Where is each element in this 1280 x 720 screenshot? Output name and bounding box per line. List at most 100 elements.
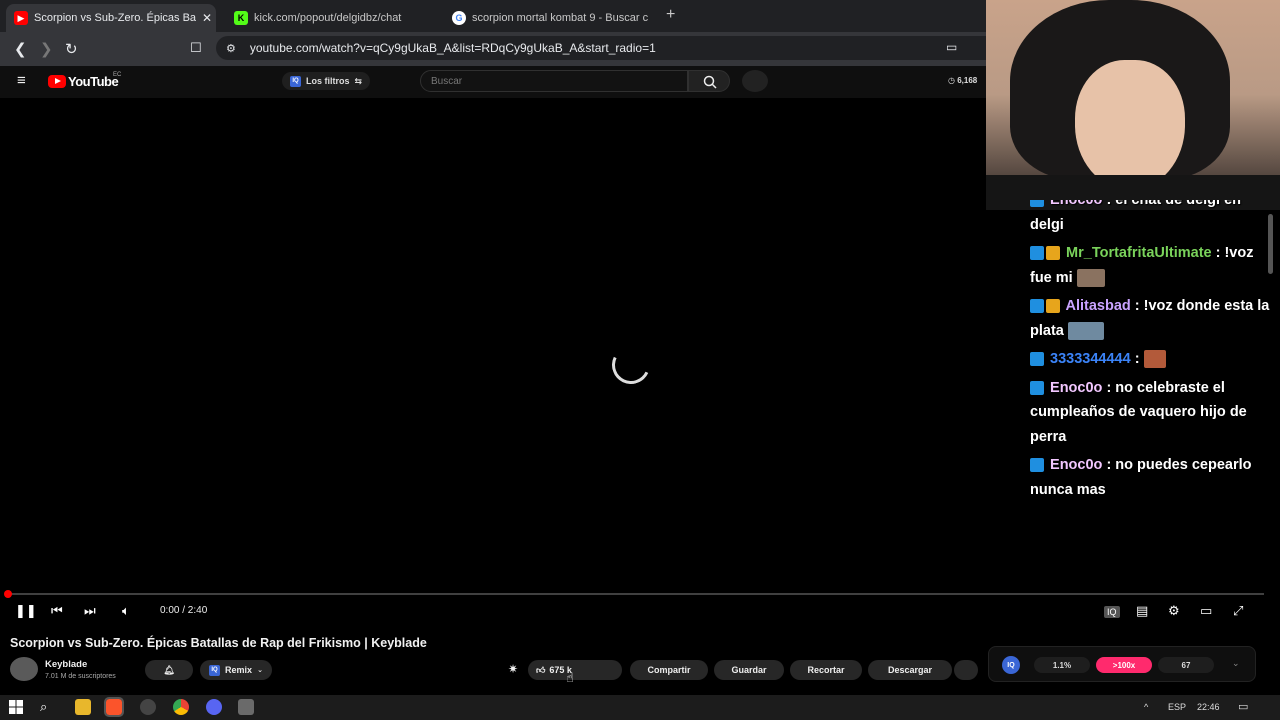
chat-username: Enoc0o — [1050, 200, 1103, 208]
extension-stat-left: 1.1% — [1034, 657, 1090, 673]
chat-message: Enoc0o : no puedes cepearlo nunca mas — [1030, 453, 1276, 502]
new-tab-button[interactable]: + — [666, 6, 675, 24]
back-icon[interactable]: ❮ — [14, 40, 27, 58]
cast-icon[interactable]: ▭ — [946, 40, 957, 54]
more-actions-button[interactable] — [954, 660, 978, 680]
tab-title: scorpion mortal kombat 9 - Buscar c — [472, 12, 649, 24]
subtitles-icon[interactable]: ▤ — [1136, 603, 1148, 619]
crown-badge-icon — [1046, 246, 1060, 261]
tab-kick-chat[interactable]: K kick.com/popout/delgidbz/chat — [226, 4, 436, 32]
mouse-cursor: ☝︎ — [566, 670, 574, 685]
subscriber-badge-icon — [1030, 380, 1044, 395]
views-count: 6,168 — [957, 76, 978, 85]
like-button[interactable]: 👍︎ 675 k — [528, 660, 622, 680]
forward-icon[interactable]: ❯ — [40, 40, 53, 58]
subscriber-badge-icon — [1030, 352, 1044, 367]
pause-icon[interactable]: ❚❚ — [15, 603, 37, 619]
tab-title: Scorpion vs Sub-Zero. Épicas Ba — [34, 12, 197, 24]
webcam-person-face — [1075, 60, 1185, 190]
progress-scrubber[interactable] — [4, 590, 12, 598]
tab-google-search[interactable]: G scorpion mortal kombat 9 - Buscar c — [444, 4, 654, 32]
extension-icon: IQ — [209, 664, 221, 676]
video-player[interactable] — [0, 98, 986, 595]
windows-taskbar — [0, 695, 1280, 720]
search-icon[interactable]: ⌕ — [40, 699, 56, 715]
app-icon[interactable] — [140, 699, 156, 715]
channel-name[interactable]: Keyblade — [45, 659, 87, 670]
search-input[interactable] — [420, 70, 688, 92]
language-indicator[interactable]: ESP — [1168, 702, 1186, 712]
subscriber-badge-icon — [1030, 200, 1044, 208]
chat-overlay: Enoc0o : el chat de delgi en delgi Mr_To… — [1030, 200, 1276, 510]
fullscreen-icon[interactable]: ⤢ — [1233, 603, 1243, 619]
subscriber-badge-icon — [1030, 299, 1044, 314]
extension-player-icon[interactable]: IQ — [1104, 606, 1120, 618]
chat-username: Enoc0o — [1050, 457, 1103, 473]
reload-icon[interactable]: ↻ — [65, 40, 78, 58]
remix-button[interactable]: IQ Remix ⌄ — [200, 660, 272, 680]
chat-text: : — [1134, 351, 1140, 367]
extension-stat-middle: >100x — [1096, 657, 1152, 673]
chat-message: Mr_TortafritaUltimate : !voz fue mi — [1030, 241, 1276, 290]
share-button[interactable]: Compartir — [630, 660, 708, 680]
clip-button[interactable]: Recortar — [790, 660, 862, 680]
chat-username: Alitasbad — [1065, 298, 1131, 314]
chat-message: 3333344444 : — [1030, 347, 1276, 372]
windows-start-icon[interactable] — [8, 699, 24, 715]
youtube-logo-text[interactable]: YouTube — [68, 74, 119, 89]
brave-browser-icon[interactable] — [104, 697, 124, 717]
avatar[interactable] — [10, 657, 38, 681]
chat-username: 3333344444 — [1050, 351, 1131, 367]
chat-message: Enoc0o : el chat de delgi en delgi — [1030, 200, 1276, 237]
bookmark-icon[interactable]: ☐ — [190, 40, 202, 56]
progress-bar[interactable] — [6, 593, 1264, 595]
site-info-icon[interactable]: ⚙ — [226, 42, 236, 55]
tab-title: kick.com/popout/delgidbz/chat — [254, 12, 402, 24]
discord-icon[interactable] — [206, 699, 222, 715]
subscriber-badge-icon — [1030, 246, 1044, 261]
chat-emote — [1076, 268, 1105, 287]
save-button[interactable]: Guardar — [714, 660, 784, 680]
filters-button[interactable]: IQ Los filtros ⇆ — [282, 72, 371, 90]
theater-mode-icon[interactable]: ▭ — [1200, 603, 1212, 619]
chevron-up-icon[interactable]: ^ — [1144, 702, 1148, 712]
address-bar[interactable]: ⚙ youtube.com/watch?v=qCy9gUkaB_A&list=R… — [216, 36, 986, 60]
search-button[interactable] — [688, 70, 730, 92]
filters-label: Los filtros — [306, 76, 350, 86]
google-icon: G — [452, 11, 466, 25]
notification-bell-button[interactable]: 🔔︎ — [145, 660, 193, 680]
clock[interactable]: 22:46 — [1197, 702, 1220, 712]
subscriber-badge-icon — [1030, 458, 1044, 473]
settings-gear-icon[interactable]: ⚙ — [1168, 603, 1180, 619]
extension-logo-icon[interactable]: IQ — [1002, 656, 1020, 674]
chat-scrollbar[interactable] — [1268, 214, 1273, 274]
video-title: Scorpion vs Sub-Zero. Épicas Batallas de… — [10, 636, 427, 650]
bell-icon: 🔔︎ — [163, 664, 175, 675]
chevron-down-icon: ⌄ — [257, 667, 263, 674]
chat-username: Mr_TortafritaUltimate — [1066, 245, 1212, 261]
youtube-logo-icon[interactable] — [48, 75, 66, 88]
chat-message: Enoc0o : no celebraste el cumpleaños de … — [1030, 376, 1276, 450]
file-explorer-icon[interactable] — [75, 699, 91, 715]
menu-icon[interactable]: ≡ — [17, 72, 26, 89]
chrome-icon[interactable] — [173, 699, 189, 715]
download-button[interactable]: Descargar — [868, 660, 952, 680]
subscriber-count: 7.01 M de suscriptores — [45, 673, 116, 680]
youtube-icon: ▶ — [14, 11, 28, 25]
chat-message: Alitasbad : !voz donde esta la plata — [1030, 294, 1276, 343]
previous-icon[interactable]: ⏮ — [51, 603, 63, 619]
thumbs-up-icon: 👍︎ — [536, 664, 546, 675]
next-icon[interactable]: ⏭ — [84, 603, 96, 619]
remix-label: Remix — [225, 665, 253, 675]
chat-emote — [1067, 321, 1104, 340]
chevron-down-icon[interactable]: ⌄ — [1232, 658, 1240, 669]
views-badge: ◷ 6,168 — [948, 76, 978, 85]
tab-youtube[interactable]: ▶ Scorpion vs Sub-Zero. Épicas Ba ✕ — [6, 4, 216, 32]
notifications-icon[interactable]: ▭ — [1238, 700, 1248, 713]
app-icon[interactable] — [238, 699, 254, 715]
country-code: EC — [113, 72, 122, 78]
volume-icon[interactable]: 🔈︎ — [122, 603, 130, 619]
close-icon[interactable]: ✕ — [202, 11, 212, 25]
voice-search-button[interactable] — [742, 70, 768, 92]
extension-star-icon[interactable]: ✷ — [508, 662, 518, 676]
